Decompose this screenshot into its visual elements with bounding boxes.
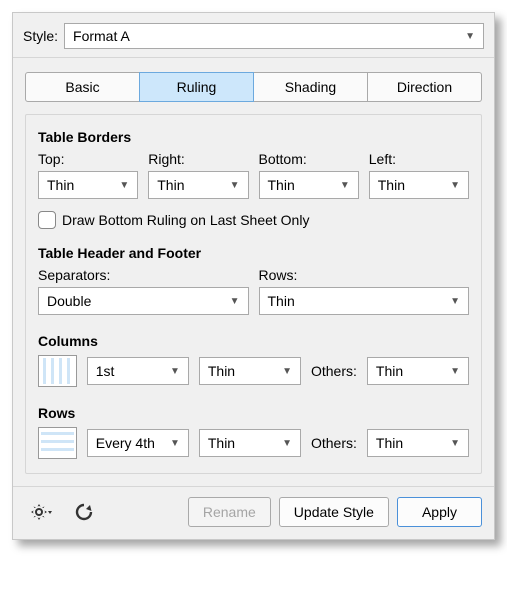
separators-select[interactable]: Double ▼: [38, 287, 249, 315]
chevron-down-icon: ▼: [465, 31, 475, 42]
border-top-select[interactable]: Thin ▼: [38, 171, 138, 199]
rows-row: Every 4th ▼ Thin ▼ Others: Thin ▼: [38, 427, 469, 459]
border-right-value: Thin: [157, 177, 184, 193]
tab-basic[interactable]: Basic: [25, 72, 140, 102]
columns-others-select[interactable]: Thin ▼: [367, 357, 469, 385]
chevron-down-icon: ▼: [450, 366, 460, 377]
chevron-down-icon: ▼: [170, 438, 180, 449]
rows-style-select[interactable]: Thin ▼: [199, 429, 301, 457]
border-bottom-label: Bottom:: [259, 151, 359, 167]
columns-style-value: Thin: [208, 363, 235, 379]
chevron-down-icon: ▼: [282, 438, 292, 449]
refresh-icon: [74, 502, 94, 522]
separators-value: Double: [47, 293, 91, 309]
columns-preview-icon[interactable]: [38, 355, 77, 387]
separators-field: Separators: Double ▼: [38, 267, 249, 315]
style-row: Style: Format A ▼: [13, 13, 494, 57]
ruling-group: Table Borders Top: Thin ▼ Right: Thin ▼: [25, 114, 482, 474]
table-borders-grid: Top: Thin ▼ Right: Thin ▼ Bottom:: [38, 151, 469, 199]
style-select[interactable]: Format A ▼: [64, 23, 484, 49]
tab-ruling[interactable]: Ruling: [139, 72, 254, 102]
border-top-field: Top: Thin ▼: [38, 151, 138, 199]
style-select-value: Format A: [73, 28, 130, 44]
style-panel: Style: Format A ▼ Basic Ruling Shading D…: [12, 12, 495, 540]
settings-menu-button[interactable]: [25, 498, 59, 526]
chevron-down-icon: ▼: [450, 296, 460, 307]
chevron-down-icon: ▼: [230, 180, 240, 191]
rows-title: Rows: [38, 405, 469, 421]
chevron-down-icon: ▼: [170, 366, 180, 377]
separators-label: Separators:: [38, 267, 249, 283]
hf-rows-label: Rows:: [259, 267, 470, 283]
columns-others-label: Others:: [311, 363, 357, 379]
inner: Basic Ruling Shading Direction Table Bor…: [13, 58, 494, 486]
chevron-down-icon: ▼: [340, 180, 350, 191]
style-label: Style:: [23, 28, 58, 44]
draw-bottom-label: Draw Bottom Ruling on Last Sheet Only: [62, 212, 309, 228]
columns-every-value: 1st: [96, 363, 115, 379]
draw-bottom-checkbox[interactable]: [38, 211, 56, 229]
chevron-down-icon: ▼: [282, 366, 292, 377]
border-top-value: Thin: [47, 177, 74, 193]
border-right-field: Right: Thin ▼: [148, 151, 248, 199]
columns-title: Columns: [38, 333, 469, 349]
columns-style-select[interactable]: Thin ▼: [199, 357, 301, 385]
rename-button[interactable]: Rename: [188, 497, 271, 527]
chevron-down-icon: ▼: [450, 180, 460, 191]
rows-every-select[interactable]: Every 4th ▼: [87, 429, 189, 457]
rows-others-select[interactable]: Thin ▼: [367, 429, 469, 457]
rows-style-value: Thin: [208, 435, 235, 451]
table-borders-title: Table Borders: [38, 129, 469, 145]
chevron-down-icon: ▼: [230, 296, 240, 307]
hf-rows-value: Thin: [268, 293, 295, 309]
chevron-down-icon: ▼: [119, 180, 129, 191]
border-right-select[interactable]: Thin ▼: [148, 171, 248, 199]
rows-preview-icon[interactable]: [38, 427, 77, 459]
border-left-value: Thin: [378, 177, 405, 193]
border-bottom-field: Bottom: Thin ▼: [259, 151, 359, 199]
rows-every-value: Every 4th: [96, 435, 155, 451]
rows-others-value: Thin: [376, 435, 403, 451]
footer: Rename Update Style Apply: [13, 486, 494, 539]
border-left-select[interactable]: Thin ▼: [369, 171, 469, 199]
border-right-label: Right:: [148, 151, 248, 167]
hf-rows-select[interactable]: Thin ▼: [259, 287, 470, 315]
border-left-field: Left: Thin ▼: [369, 151, 469, 199]
update-style-button[interactable]: Update Style: [279, 497, 389, 527]
tab-direction[interactable]: Direction: [368, 72, 482, 102]
header-footer-grid: Separators: Double ▼ Rows: Thin ▼: [38, 267, 469, 315]
draw-bottom-row: Draw Bottom Ruling on Last Sheet Only: [38, 211, 469, 229]
columns-others-value: Thin: [376, 363, 403, 379]
border-top-label: Top:: [38, 151, 138, 167]
columns-row: 1st ▼ Thin ▼ Others: Thin ▼: [38, 355, 469, 387]
columns-every-select[interactable]: 1st ▼: [87, 357, 189, 385]
refresh-button[interactable]: [67, 498, 101, 526]
header-footer-title: Table Header and Footer: [38, 245, 469, 261]
border-left-label: Left:: [369, 151, 469, 167]
chevron-down-icon: ▼: [450, 438, 460, 449]
hf-rows-field: Rows: Thin ▼: [259, 267, 470, 315]
apply-button[interactable]: Apply: [397, 497, 482, 527]
tabs: Basic Ruling Shading Direction: [25, 72, 482, 102]
tab-shading[interactable]: Shading: [254, 72, 368, 102]
border-bottom-value: Thin: [268, 177, 295, 193]
gear-icon: [30, 502, 54, 522]
rows-others-label: Others:: [311, 435, 357, 451]
border-bottom-select[interactable]: Thin ▼: [259, 171, 359, 199]
